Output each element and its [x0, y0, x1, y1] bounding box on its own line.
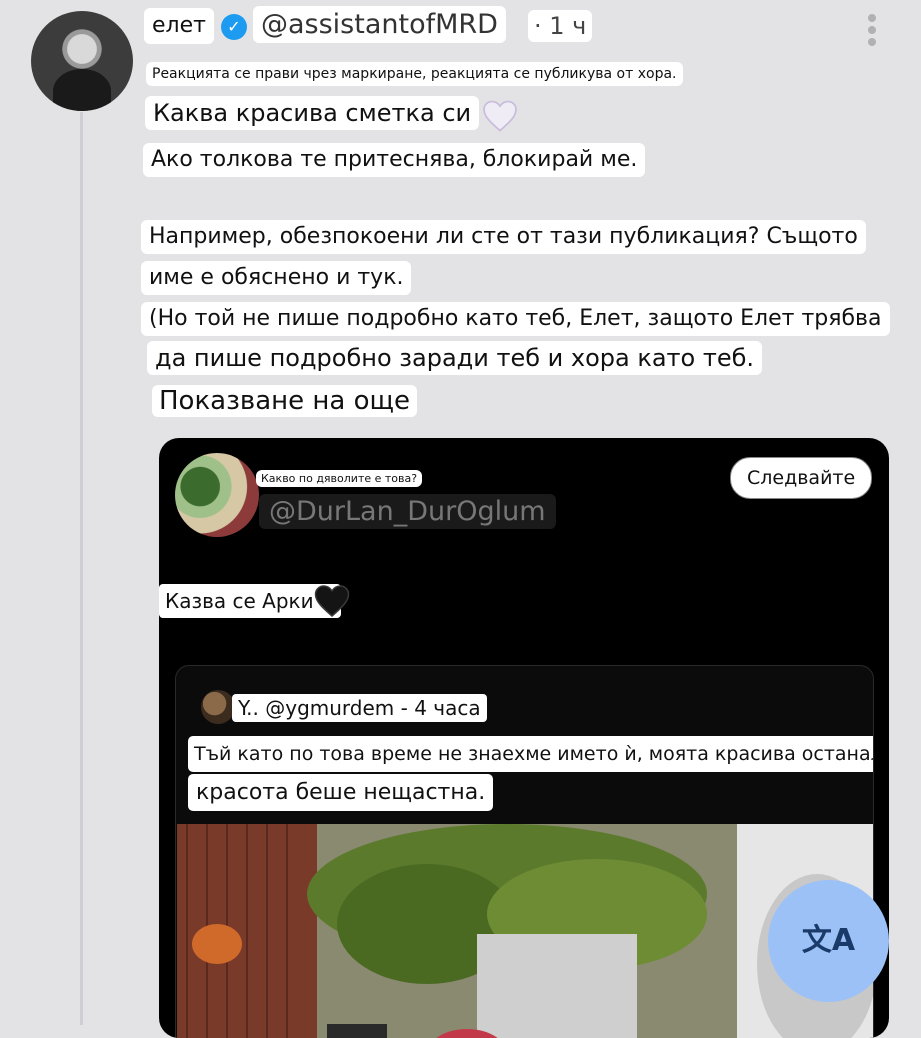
quoted-handle-line[interactable]: Y.. @ygmurdem - 4 часа	[232, 694, 487, 722]
post-para3-line2: име е обяснено и тук.	[141, 261, 412, 295]
verified-badge-icon: ✓	[221, 14, 247, 40]
show-more-link[interactable]: Показване на още	[152, 385, 418, 417]
embedded-question: Какво по дяволите е това?	[256, 470, 423, 487]
white-heart-icon	[483, 100, 517, 132]
black-heart-icon	[314, 585, 350, 617]
post-para4-line1: (Но той не пише подробно като теб, Елет,…	[141, 302, 890, 336]
reaction-notice: Реакцията се прави чрез маркиране, реакц…	[146, 62, 683, 86]
author-avatar[interactable]	[31, 11, 133, 111]
translate-icon: 文A	[801, 923, 856, 958]
post-line-2: Ако толкова те притеснява, блокирай ме.	[143, 143, 646, 177]
quoted-text-line1: Тъй като по това време не знаехме името …	[188, 736, 873, 772]
post-line-1: Каква красива сметка си	[145, 96, 480, 130]
post-para4-line2: да пише подробно заради теб и хора като …	[147, 341, 763, 375]
author-handle[interactable]: @assistantofMRD	[253, 6, 506, 43]
more-options-icon[interactable]	[860, 14, 884, 48]
embedded-handle[interactable]: @DurLan_DurOglum	[259, 494, 556, 529]
translate-button[interactable]: 文A	[768, 880, 889, 1002]
post-para3-line1: Например, обезпокоени ли сте от тази пуб…	[141, 220, 866, 254]
quoted-author-avatar[interactable]	[201, 690, 235, 724]
thread-line	[80, 112, 83, 1025]
author-name[interactable]: елет	[144, 8, 214, 44]
follow-button[interactable]: Следвайте	[730, 457, 873, 499]
quoted-text-line2: красота беше нещастна.	[188, 774, 494, 811]
embedded-author-avatar[interactable]	[175, 453, 259, 537]
post-time: · 1 ч	[528, 10, 593, 42]
